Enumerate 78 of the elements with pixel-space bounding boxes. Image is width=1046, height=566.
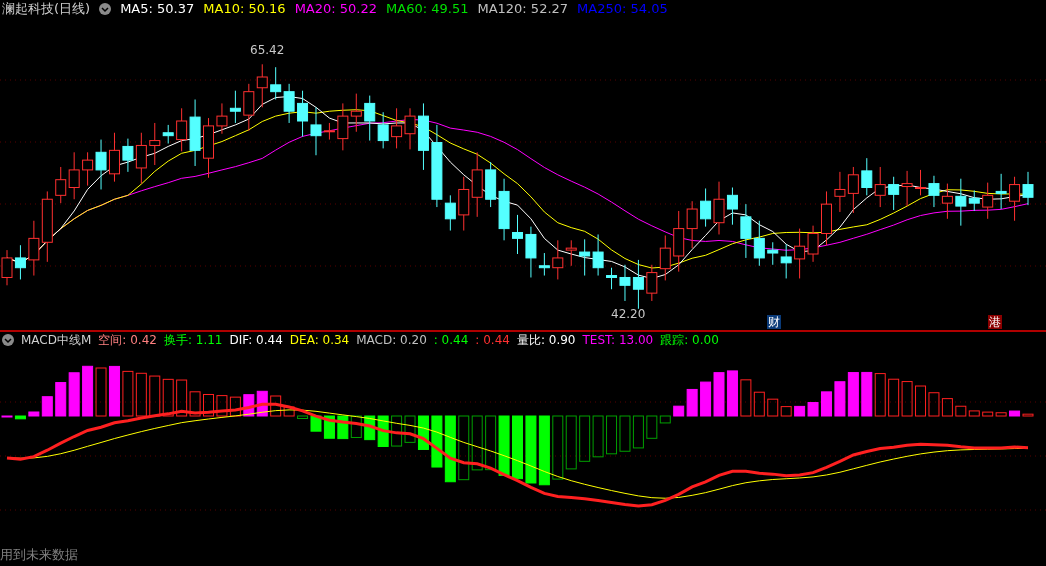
histogram-bar: [55, 382, 67, 417]
histogram-bar: [821, 391, 832, 417]
price-label: 65.42: [250, 44, 285, 56]
histogram-bar: [512, 415, 523, 480]
indicator-value: TEST: 13.00: [582, 332, 654, 349]
histogram-bar: [726, 370, 738, 417]
histogram-bar: [632, 415, 644, 449]
histogram-bar: [256, 390, 268, 417]
histogram-bar: [364, 415, 376, 441]
histogram-bar: [417, 415, 429, 450]
histogram-bar: [377, 415, 389, 447]
histogram-bar: [391, 415, 403, 447]
histogram-bar: [162, 378, 174, 417]
indicator-value: MA10: 50.16: [203, 0, 286, 19]
histogram-bar: [68, 372, 80, 417]
histogram-bar: [579, 415, 591, 462]
indicator-value: MA60: 49.51: [386, 0, 469, 19]
indicator-value: 跟踪: 0.00: [660, 332, 719, 349]
histogram-bar: [122, 370, 134, 417]
histogram-bar: [323, 415, 335, 439]
histogram-bar: [444, 415, 456, 483]
indicator-value: MA120: 52.27: [477, 0, 569, 19]
histogram-bar: [794, 405, 806, 417]
histogram-bar: [498, 415, 510, 476]
histogram-bar: [229, 396, 241, 417]
histogram-bar: [485, 415, 497, 471]
histogram-bar: [538, 415, 550, 486]
histogram-bar: [135, 372, 147, 417]
histogram-bar: [149, 375, 161, 417]
histogram-bar: [350, 415, 362, 438]
histogram-bar: [928, 392, 940, 417]
histogram-bar: [874, 373, 886, 417]
histogram-bar: [404, 415, 416, 443]
indicator-value: DEA: 0.34: [289, 332, 350, 349]
indicator-value: MA250: 54.05: [577, 0, 668, 19]
histogram-bar: [458, 415, 470, 481]
indicator-value: : 0.44: [475, 332, 510, 349]
histogram-bar: [888, 378, 900, 417]
histogram-bar: [203, 394, 214, 417]
histogram-bar: [471, 415, 483, 471]
indicator-value: 空间: 0.42: [98, 332, 157, 349]
histogram-bar: [565, 415, 577, 470]
indicator-value: MA5: 50.37: [120, 0, 195, 19]
histogram-bar: [901, 381, 913, 417]
histogram-bar: [861, 371, 873, 417]
indicator-value: MACD: 0.20: [356, 332, 427, 349]
histogram-bar: [700, 381, 712, 417]
footer-note: 用到未来数据: [0, 545, 78, 564]
histogram-bar: [807, 402, 819, 417]
histogram-bar: [82, 365, 94, 417]
histogram-bar: [619, 415, 631, 452]
chevron-down-icon[interactable]: [2, 334, 14, 346]
histogram-bar: [431, 415, 443, 468]
histogram-bar: [915, 385, 927, 417]
event-badge[interactable]: 财: [767, 315, 781, 329]
indicator-value: : 0.44: [433, 332, 469, 349]
histogram-bar: [337, 415, 349, 440]
histogram-bar: [216, 395, 228, 417]
price-label: 42.20: [611, 308, 646, 320]
histogram-bar: [941, 398, 953, 417]
histogram-bar: [847, 372, 859, 417]
histogram-bar: [95, 367, 107, 417]
histogram-bar: [713, 372, 725, 417]
histogram-bar: [834, 381, 846, 417]
indicator-value: DIF: 0.44: [229, 332, 283, 349]
event-badge[interactable]: 港: [988, 315, 1002, 329]
histogram-bar: [243, 394, 255, 417]
histogram-bar: [606, 415, 618, 455]
histogram-bar: [592, 415, 604, 458]
histogram-bar: [552, 415, 564, 480]
chevron-down-icon[interactable]: [99, 3, 112, 15]
indicator-value: MA20: 50.22: [294, 0, 378, 19]
histogram-bar: [108, 365, 120, 417]
indicator-value: 换手: 1.11: [163, 332, 223, 349]
indicator-value: 量比: 0.90: [516, 332, 576, 349]
stock-title: 澜起科技(日线): [2, 0, 91, 19]
indicator-title: MACD中线M: [21, 332, 92, 349]
histogram-bar: [525, 415, 537, 484]
